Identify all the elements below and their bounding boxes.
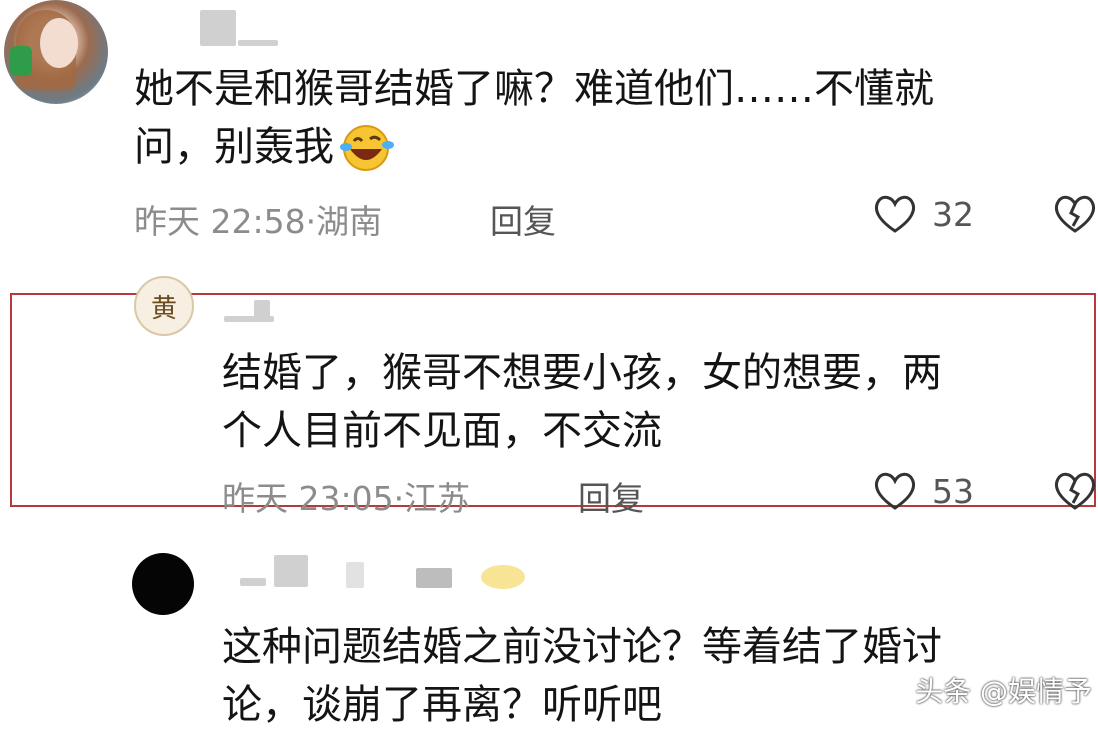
avatar[interactable] bbox=[132, 553, 194, 615]
laughing-crying-emoji-icon bbox=[338, 121, 396, 173]
avatar[interactable] bbox=[4, 0, 108, 104]
username-redacted bbox=[346, 562, 364, 588]
like-button[interactable]: 53 bbox=[872, 470, 974, 512]
username-redacted bbox=[416, 568, 452, 588]
emoji-icon bbox=[478, 560, 528, 590]
comment-text: 这种问题结婚之前没讨论？等着结了婚讨 论，谈崩了再离？听听吧 bbox=[222, 624, 942, 728]
like-count: 32 bbox=[932, 194, 974, 234]
comment-text: 结婚了，猴哥不想要小孩，女的想要，两 个人目前不见面，不交流 bbox=[222, 350, 942, 454]
watermark: 头条 @娱情予 bbox=[915, 675, 1092, 708]
username-redacted bbox=[240, 578, 266, 586]
username-redacted bbox=[254, 300, 270, 320]
like-button[interactable]: 32 bbox=[872, 193, 974, 235]
username-redacted bbox=[238, 40, 278, 46]
dislike-broken-heart-icon[interactable] bbox=[1052, 193, 1098, 235]
comment-timestamp: 昨天 22:58·湖南 bbox=[134, 202, 383, 241]
comment-timestamp: 昨天 23:05·江苏 bbox=[222, 479, 471, 518]
like-count: 53 bbox=[932, 471, 974, 511]
username-redacted bbox=[274, 555, 308, 587]
heart-icon bbox=[872, 470, 918, 512]
comment-text: 她不是和猴哥结婚了嘛？难道他们……不懂就 问，别轰我 bbox=[134, 60, 934, 176]
reply-button[interactable]: 回复 bbox=[490, 195, 556, 243]
avatar[interactable]: 黄 bbox=[134, 276, 194, 336]
username-redacted bbox=[200, 10, 236, 46]
reply-button[interactable]: 回复 bbox=[578, 472, 644, 520]
dislike-broken-heart-icon[interactable] bbox=[1052, 470, 1098, 512]
heart-icon bbox=[872, 193, 918, 235]
